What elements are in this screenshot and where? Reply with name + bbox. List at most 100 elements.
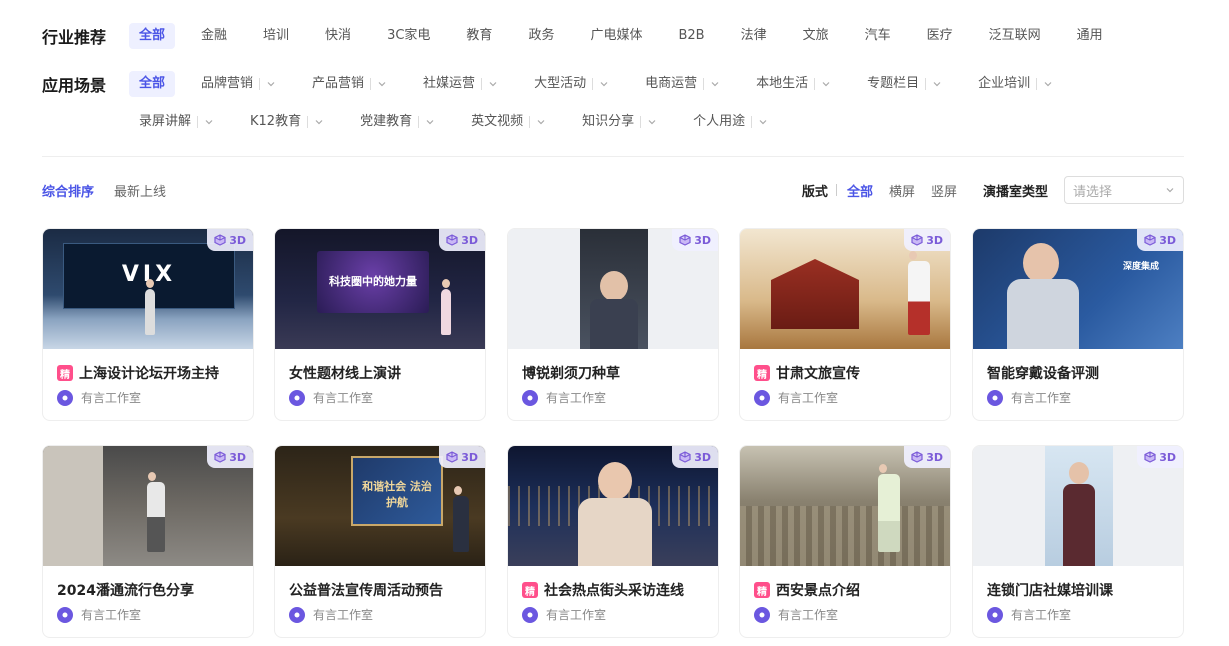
scene-chip-label: 党建教育 — [360, 114, 413, 129]
industry-chip-finance[interactable]: 金融 — [191, 23, 237, 49]
author-avatar-icon — [754, 389, 770, 406]
card-title-text: 2024潘通流行色分享 — [57, 583, 194, 599]
format-group: 版式 全部 横屏 竖屏 演播室类型 请选择 — [802, 176, 1184, 204]
divider — [481, 78, 483, 90]
card-title: 精上海设计论坛开场主持 — [57, 363, 219, 383]
scene-chip-event[interactable]: 大型活动 — [524, 71, 619, 97]
3d-badge: 3D — [207, 446, 253, 468]
scene-chip-product[interactable]: 产品营销 — [302, 71, 397, 97]
avatar-head — [598, 462, 632, 500]
template-card[interactable]: 3D 连锁门店社媒培训课 有言工作室 — [972, 445, 1184, 638]
portrait-video — [1045, 446, 1113, 566]
template-card[interactable]: 深度集成 3D 智能穿戴设备评测 有言工作室 — [972, 228, 1184, 421]
format-portrait[interactable]: 竖屏 — [931, 181, 957, 200]
cube-icon — [446, 234, 458, 246]
cube-icon — [446, 451, 458, 463]
template-card[interactable]: 3D 博锐剃须刀种草 有言工作室 — [507, 228, 719, 421]
format-landscape[interactable]: 横屏 — [889, 181, 915, 200]
scene-chip-screen-record[interactable]: 录屏讲解 — [129, 109, 224, 135]
card-title: 公益普法宣传周活动预告 — [289, 580, 443, 600]
chevron-down-icon — [932, 79, 942, 89]
card-thumbnail: 和谐社会 法治护航 3D — [275, 446, 485, 566]
industry-chip-general[interactable]: 通用 — [1067, 23, 1113, 49]
sort-comprehensive[interactable]: 综合排序 — [42, 181, 94, 200]
industry-chip-media[interactable]: 广电媒体 — [580, 23, 652, 49]
template-card[interactable]: 3D 精西安景点介绍 有言工作室 — [739, 445, 951, 638]
screen-text: 深度集成 — [1122, 262, 1159, 272]
scene-chip-column[interactable]: 专题栏目 — [857, 71, 952, 97]
format-all[interactable]: 全部 — [847, 181, 873, 200]
scene-chip-k12[interactable]: K12教育 — [240, 109, 334, 135]
scene-chip-knowledge[interactable]: 知识分享 — [572, 109, 667, 135]
featured-mark: 精 — [754, 582, 770, 598]
card-title-text: 女性题材线上演讲 — [289, 366, 401, 382]
industry-chip-government[interactable]: 政务 — [518, 23, 564, 49]
chevron-down-icon — [710, 79, 720, 89]
divider — [197, 116, 199, 128]
template-card[interactable]: VIX 3D 精上海设计论坛开场主持 有言工作室 — [42, 228, 254, 421]
scene-chip-ecommerce[interactable]: 电商运营 — [635, 71, 730, 97]
cube-icon — [214, 451, 226, 463]
divider — [814, 78, 816, 90]
scene-filter-row: 应用场景 全部 品牌营销 产品营销 社媒运营 大型活动 电商运营 本地生活 专题… — [42, 70, 1079, 98]
chevron-down-icon — [647, 117, 657, 127]
cube-icon — [911, 234, 923, 246]
template-card[interactable]: 3D 精社会热点街头采访连线 有言工作室 — [507, 445, 719, 638]
portrait-video — [580, 229, 648, 349]
badge-label: 3D — [229, 450, 246, 464]
divider — [925, 78, 927, 90]
scene-chip-local[interactable]: 本地生活 — [746, 71, 841, 97]
industry-chip-all[interactable]: 全部 — [129, 23, 176, 49]
scene-chip-corp-training[interactable]: 企业培训 — [968, 71, 1063, 97]
badge-label: 3D — [461, 450, 478, 464]
scene-chip-label: 个人用途 — [693, 114, 746, 129]
card-thumbnail: 3D — [43, 446, 253, 566]
template-card[interactable]: 3D 2024潘通流行色分享 有言工作室 — [42, 445, 254, 638]
scene-chip-english[interactable]: 英文视频 — [461, 109, 556, 135]
industry-chip-internet[interactable]: 泛互联网 — [979, 23, 1051, 49]
scene-chip-label: 录屏讲解 — [139, 114, 192, 129]
avatar-figure — [453, 486, 469, 552]
card-title: 精甘肃文旅宣传 — [754, 363, 860, 383]
industry-chip-training[interactable]: 培训 — [253, 23, 299, 49]
sort-newest[interactable]: 最新上线 — [114, 181, 166, 200]
card-title-text: 博锐剃须刀种草 — [522, 366, 620, 382]
3d-badge: 3D — [439, 229, 485, 251]
cube-icon — [679, 451, 691, 463]
author-name: 有言工作室 — [1011, 391, 1072, 405]
divider — [751, 116, 753, 128]
divider — [307, 116, 309, 128]
industry-chip-tourism[interactable]: 文旅 — [793, 23, 839, 49]
pavilion-image — [771, 259, 859, 329]
scene-chip-party[interactable]: 党建教育 — [350, 109, 445, 135]
template-card[interactable]: 3D 精甘肃文旅宣传 有言工作室 — [739, 228, 951, 421]
author-avatar-icon — [987, 606, 1003, 623]
industry-chip-3c[interactable]: 3C家电 — [377, 23, 440, 49]
scene-chip-all[interactable]: 全部 — [129, 71, 176, 97]
avatar-figure — [147, 472, 165, 552]
card-author: 有言工作室 — [57, 606, 141, 623]
card-title-text: 甘肃文旅宣传 — [776, 366, 860, 382]
template-card[interactable]: 科技圈中的她力量 3D 女性题材线上演讲 有言工作室 — [274, 228, 486, 421]
cube-icon — [214, 234, 226, 246]
scene-chip-label: 企业培训 — [978, 76, 1031, 91]
scene-chip-label: 产品营销 — [312, 76, 365, 91]
industry-chip-medical[interactable]: 医疗 — [917, 23, 963, 49]
author-avatar-icon — [987, 389, 1003, 406]
author-avatar-icon — [289, 606, 305, 623]
cube-icon — [679, 234, 691, 246]
scene-chip-social[interactable]: 社媒运营 — [413, 71, 508, 97]
chevron-down-icon — [536, 117, 546, 127]
industry-chip-auto[interactable]: 汽车 — [855, 23, 901, 49]
industry-chip-law[interactable]: 法律 — [731, 23, 777, 49]
studio-type-select[interactable]: 请选择 — [1064, 176, 1184, 204]
industry-chip-education[interactable]: 教育 — [456, 23, 502, 49]
card-title: 连锁门店社媒培训课 — [987, 580, 1113, 600]
scene-chip-personal[interactable]: 个人用途 — [683, 109, 778, 135]
template-card[interactable]: 和谐社会 法治护航 3D 公益普法宣传周活动预告 有言工作室 — [274, 445, 486, 638]
industry-chip-fmcg[interactable]: 快消 — [315, 23, 361, 49]
scene-chip-label: K12教育 — [250, 114, 302, 129]
scene-chip-brand[interactable]: 品牌营销 — [191, 71, 286, 97]
featured-mark: 精 — [57, 365, 73, 381]
industry-chip-b2b[interactable]: B2B — [668, 23, 714, 49]
